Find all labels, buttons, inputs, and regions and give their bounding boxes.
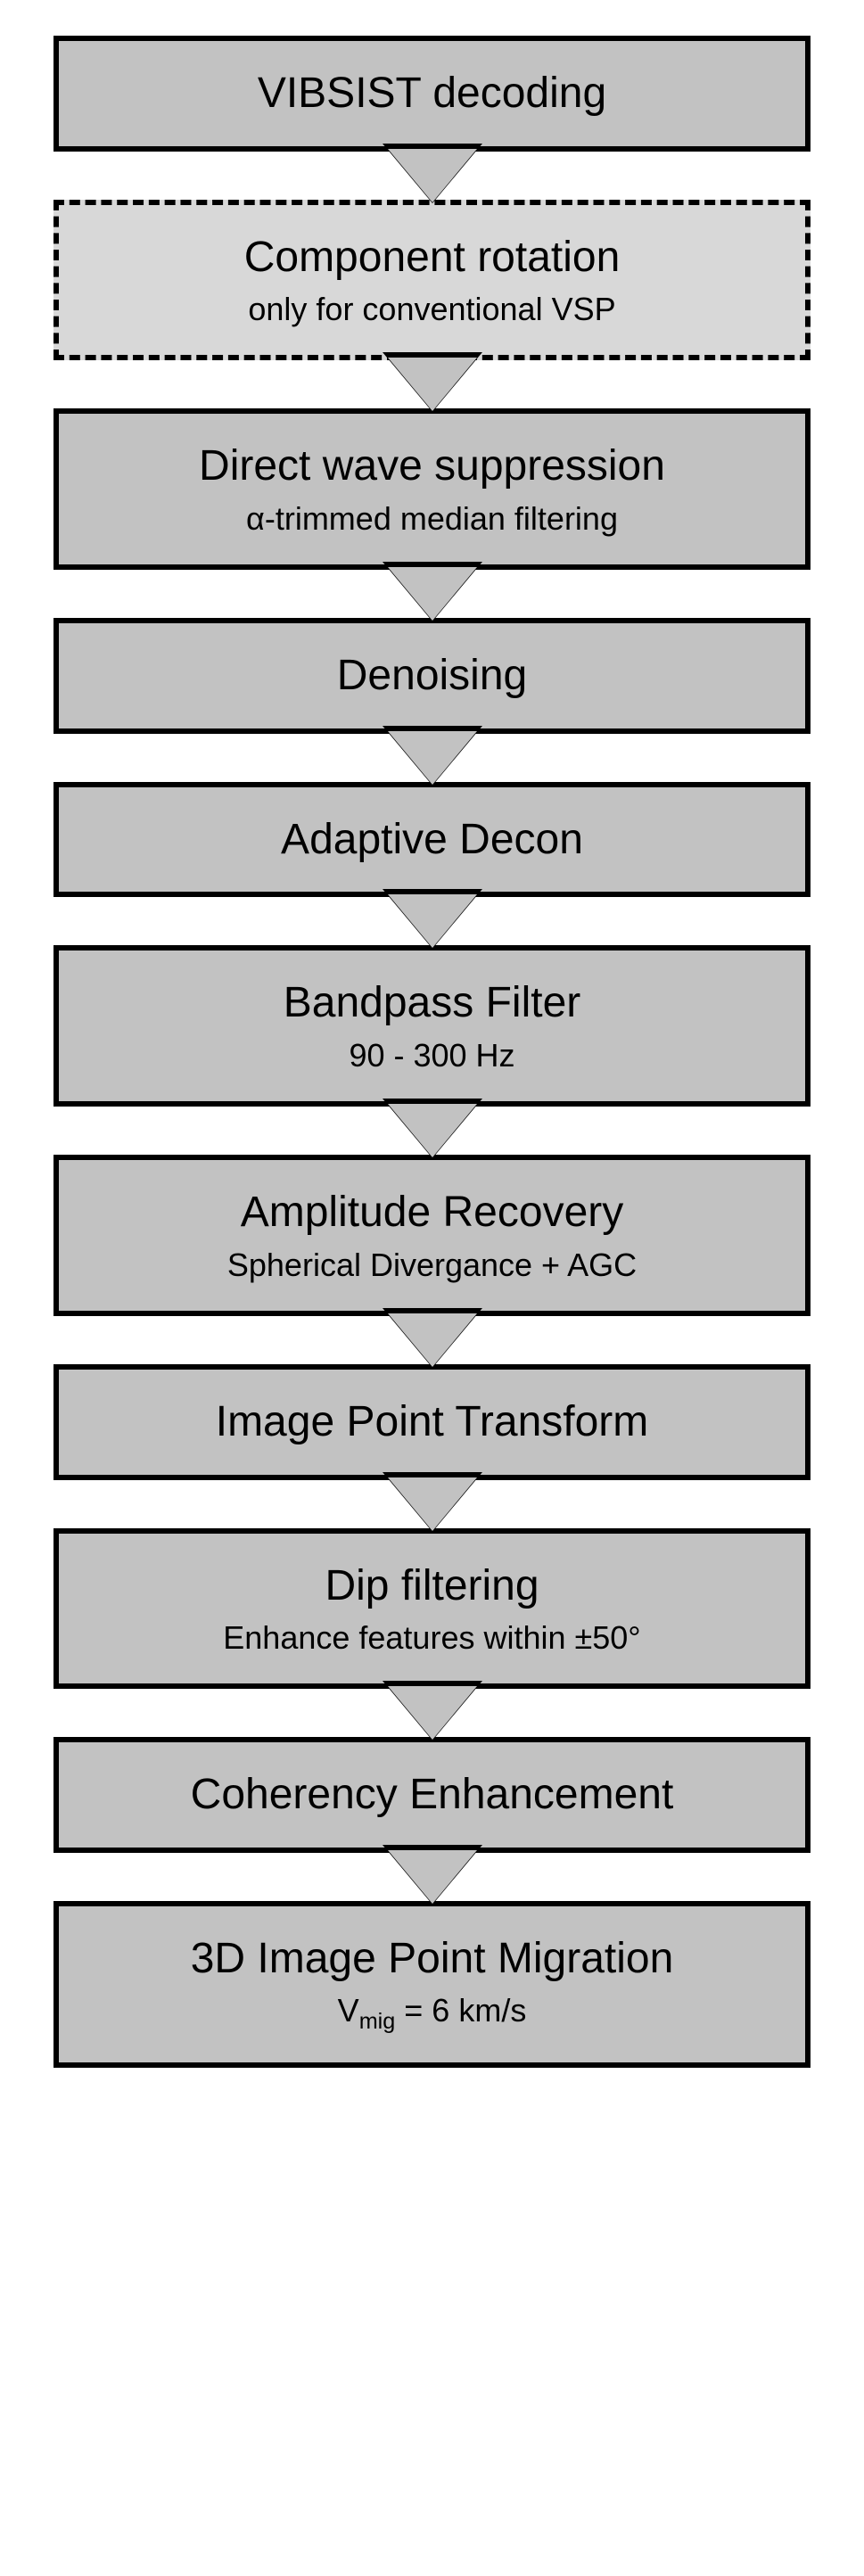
arrow-icon [388,152,477,200]
arrow-icon [388,1480,477,1528]
arrow-icon [388,1107,477,1155]
step-box-8: Image Point Transform [53,1364,811,1480]
step-box-10: Coherency Enhancement [53,1737,811,1853]
step-title: Adaptive Decon [281,814,583,866]
step-box-3: Direct wave suppression α-trimmed median… [53,408,811,570]
step-title: Denoising [337,650,527,702]
step-title: Dip filtering [325,1560,539,1612]
step-title: VIBSIST decoding [258,68,606,119]
arrow-icon [388,570,477,618]
arrow-icon [388,360,477,408]
step-subtitle: α-trimmed median filtering [246,499,618,538]
step-box-2: Component rotation only for conventional… [53,200,811,361]
arrow-icon [388,1853,477,1901]
step-title: Image Point Transform [216,1396,649,1448]
step-subtitle: Enhance features within ±50° [223,1618,640,1657]
arrow-icon [388,897,477,945]
step-title: Coherency Enhancement [191,1769,674,1821]
arrow-icon [388,1689,477,1737]
step-subtitle: Vmig = 6 km/s [338,1991,527,2035]
flowchart-container: VIBSIST decoding Component rotation only… [53,36,811,2068]
step-title: 3D Image Point Migration [191,1933,674,1985]
step-subtitle: only for conventional VSP [248,290,615,328]
step-box-4: Denoising [53,618,811,734]
step-box-5: Adaptive Decon [53,782,811,898]
step-box-1: VIBSIST decoding [53,36,811,152]
arrow-icon [388,1316,477,1364]
step-title: Component rotation [244,232,621,284]
step-box-6: Bandpass Filter 90 - 300 Hz [53,945,811,1107]
step-box-7: Amplitude Recovery Spherical Divergance … [53,1155,811,1316]
step-title: Amplitude Recovery [241,1187,624,1239]
step-title: Bandpass Filter [284,977,581,1029]
step-subtitle: Spherical Divergance + AGC [227,1246,637,1284]
step-title: Direct wave suppression [199,440,665,492]
step-box-9: Dip filtering Enhance features within ±5… [53,1528,811,1690]
arrow-icon [388,734,477,782]
step-box-11: 3D Image Point Migration Vmig = 6 km/s [53,1901,811,2068]
step-subtitle: 90 - 300 Hz [349,1036,514,1074]
